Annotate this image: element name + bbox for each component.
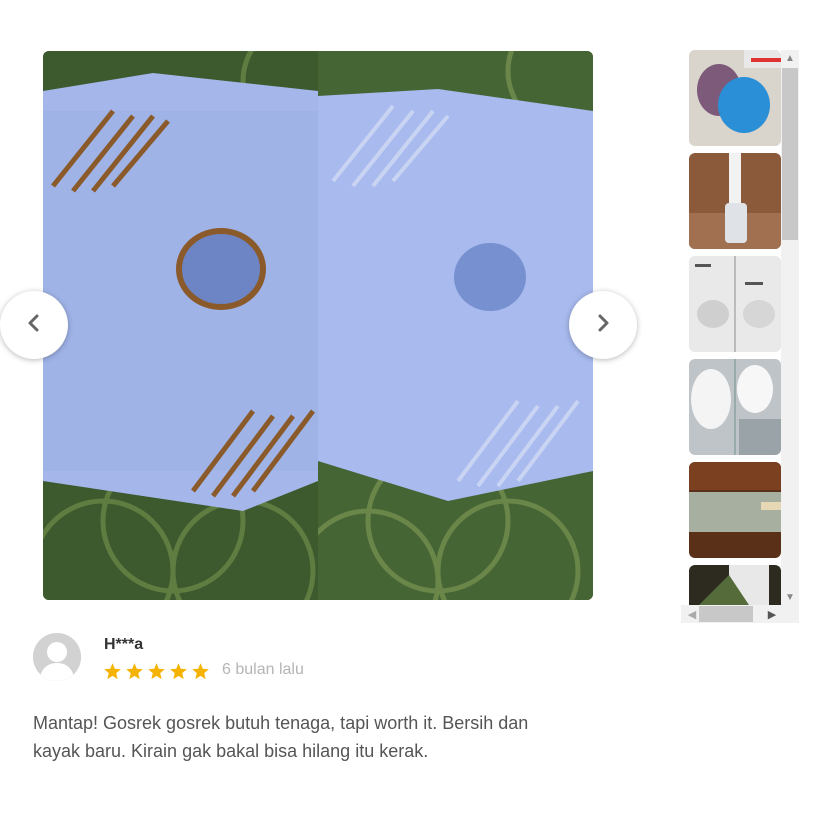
scroll-down-arrow-icon[interactable]: ▼	[781, 589, 799, 605]
reviewer-name: H***a	[104, 636, 144, 653]
star-icon	[126, 663, 143, 680]
horizontal-scroll-thumb[interactable]	[699, 606, 753, 622]
star-icon	[104, 663, 121, 680]
next-image-button[interactable]	[569, 291, 637, 359]
thumbnail-vertical-scrollbar[interactable]: ▲ ▼	[781, 50, 799, 605]
star-rating	[103, 662, 210, 681]
thumbnail-cleaning-cloths[interactable]	[689, 50, 781, 146]
before-photo	[43, 51, 318, 600]
vertical-scroll-thumb[interactable]	[782, 68, 798, 240]
chevron-right-icon	[593, 313, 613, 338]
scroll-up-arrow-icon[interactable]: ▲	[781, 50, 799, 66]
review-text: Mantap! Gosrek gosrek butuh tenaga, tapi…	[33, 713, 529, 761]
chevron-left-icon	[24, 313, 44, 338]
thumbnail-toilet-bowl-closeup[interactable]	[689, 359, 781, 455]
thumbnail-scrub-pad[interactable]	[689, 462, 781, 558]
avatar	[33, 633, 81, 681]
scroll-right-arrow-icon[interactable]: ▶	[763, 605, 781, 623]
after-photo	[318, 51, 593, 600]
star-icon	[148, 663, 165, 680]
prev-image-button[interactable]	[0, 291, 68, 359]
star-icon	[170, 663, 187, 680]
thumbnail-list[interactable]	[689, 50, 781, 605]
thumbnail-strip: ▲ ▼ ◀ ▶	[681, 50, 799, 623]
thumbnail-toilet-before-after[interactable]	[689, 256, 781, 352]
review-image-viewer[interactable]	[43, 51, 593, 600]
review-date: 6 bulan lalu	[222, 661, 304, 678]
thumbnail-partial[interactable]	[689, 565, 781, 605]
thumbnail-horizontal-scrollbar[interactable]: ◀ ▶	[681, 605, 799, 623]
thumbnail-toilet-brush[interactable]	[689, 153, 781, 249]
star-icon	[192, 663, 209, 680]
